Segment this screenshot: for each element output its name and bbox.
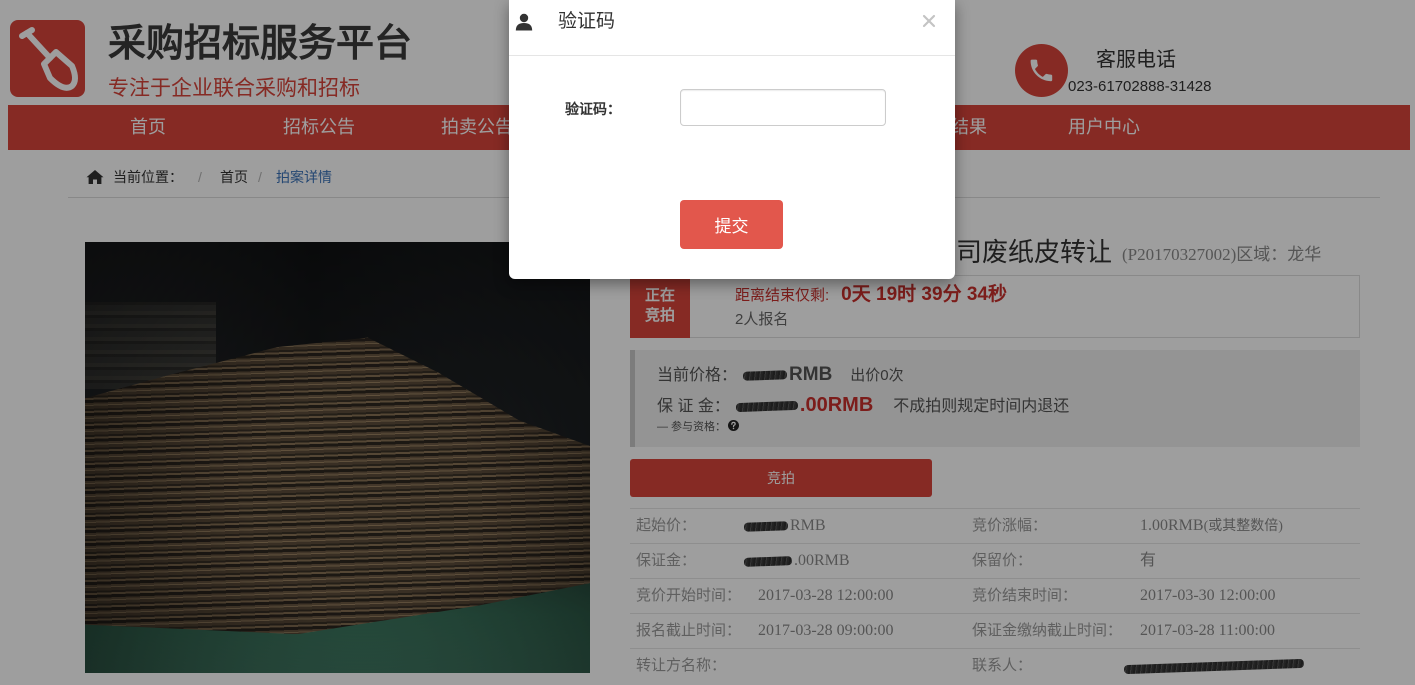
captcha-input[interactable] (680, 89, 886, 126)
submit-button[interactable]: 提交 (680, 200, 783, 249)
modal-header: 验证码 (509, 0, 955, 56)
close-button[interactable] (922, 14, 936, 28)
user-icon-graphic (515, 13, 533, 31)
user-icon (515, 13, 533, 31)
captcha-modal: 验证码 验证码： 提交 (509, 0, 955, 279)
captcha-field-label: 验证码： (565, 101, 621, 117)
modal-title: 验证码 (558, 11, 616, 32)
close-icon (922, 14, 936, 28)
